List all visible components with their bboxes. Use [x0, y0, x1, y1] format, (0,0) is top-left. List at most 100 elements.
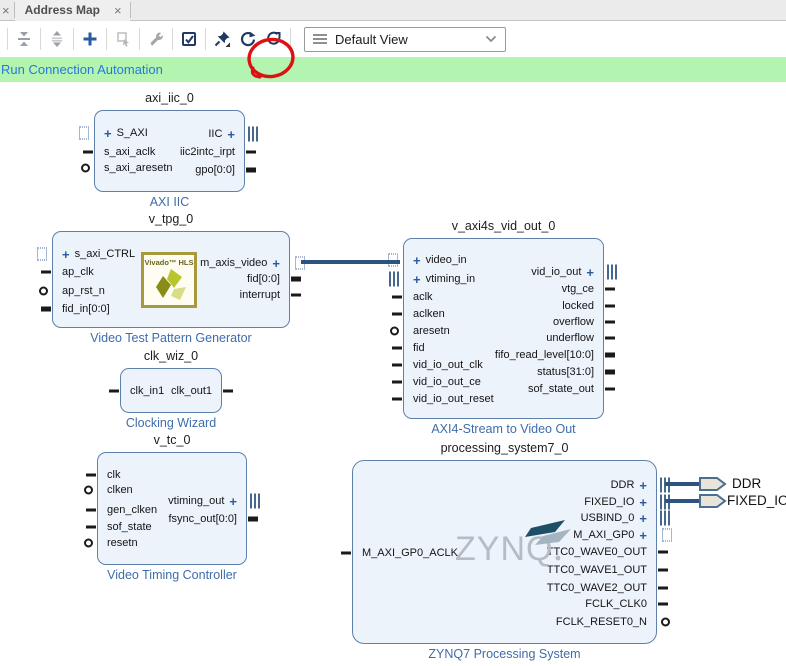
- collapse-icon[interactable]: [11, 26, 37, 52]
- port-sof-state[interactable]: sof_state: [98, 519, 152, 535]
- port-vtiming-out[interactable]: vtiming_out +: [168, 493, 246, 509]
- block-v-tc[interactable]: clk clken gen_clken sof_state resetn vti…: [97, 452, 247, 565]
- port-aresetn[interactable]: aresetn: [404, 323, 450, 339]
- port-vid-io-out[interactable]: vid_io_out +: [531, 264, 603, 280]
- port-ttc0-wave2-out[interactable]: TTC0_WAVE2_OUT: [547, 580, 656, 596]
- port-ddr[interactable]: DDR +: [611, 477, 656, 493]
- close-icon[interactable]: ×: [0, 3, 14, 18]
- regenerate-layout-icon[interactable]: [261, 26, 287, 52]
- wire-m-axis-video-to-video-in[interactable]: [301, 260, 400, 264]
- port-label: overflow: [553, 316, 594, 328]
- svg-text:ZYNQ: ZYNQ: [455, 530, 553, 568]
- close-icon[interactable]: ×: [114, 3, 122, 18]
- active-low-pin-icon: [661, 618, 670, 627]
- port-iic2intc-irpt[interactable]: iic2intc_irpt: [180, 144, 244, 160]
- expand-plus-icon[interactable]: +: [639, 479, 647, 492]
- port-gpo[interactable]: gpo[0:0]: [195, 162, 244, 178]
- port-fid[interactable]: fid: [404, 340, 425, 356]
- design-canvas[interactable]: axi_iic_0 + S_AXI s_axi_aclk s_axi_arese…: [0, 82, 786, 666]
- port-fclk-reset0-n[interactable]: FCLK_RESET0_N: [556, 614, 656, 630]
- port-s-axi[interactable]: + S_AXI: [95, 125, 148, 141]
- pin-icon: [86, 474, 96, 477]
- expand-plus-icon[interactable]: +: [639, 496, 647, 509]
- active-low-pin-icon: [84, 486, 93, 495]
- expand-plus-icon[interactable]: +: [413, 254, 421, 267]
- block-axi-iic[interactable]: + S_AXI s_axi_aclk s_axi_aresetn IIC + i…: [94, 110, 245, 192]
- expand-plus-icon[interactable]: +: [229, 495, 237, 508]
- add-icon[interactable]: [77, 26, 103, 52]
- validate-icon[interactable]: [176, 26, 202, 52]
- block-v-axi4s-vid-out[interactable]: + video_in + vtiming_in aclk aclken ares…: [403, 238, 604, 419]
- port-label: vid_io_out: [531, 266, 581, 278]
- connection-automation-banner: Run Connection Automation: [0, 57, 786, 82]
- port-underflow[interactable]: underflow: [546, 330, 603, 346]
- port-vid-io-out-ce[interactable]: vid_io_out_ce: [404, 374, 481, 390]
- port-video-in[interactable]: + video_in: [404, 252, 467, 268]
- port-fid[interactable]: fid[0:0]: [247, 271, 289, 287]
- expand-plus-icon[interactable]: +: [272, 257, 280, 270]
- expand-plus-icon[interactable]: +: [62, 248, 70, 261]
- pin-icon[interactable]: [209, 26, 235, 52]
- expand-plus-icon[interactable]: +: [639, 512, 647, 525]
- port-clk-in1[interactable]: clk_in1: [121, 383, 164, 399]
- expand-plus-icon[interactable]: +: [227, 128, 235, 141]
- block-v-tpg[interactable]: + s_axi_CTRL ap_clk ap_rst_n fid_in[0:0]…: [52, 231, 290, 328]
- port-s-axi-aclk[interactable]: s_axi_aclk: [95, 144, 155, 160]
- external-port-fixed-io-label: FIXED_IO: [727, 493, 786, 508]
- block-caption-v-tc: Video Timing Controller: [97, 568, 247, 582]
- wire-fixed-io[interactable]: [665, 499, 701, 503]
- toolbar-separator: [7, 28, 8, 50]
- expand-icon[interactable]: [44, 26, 70, 52]
- toolbar-separator: [139, 28, 140, 50]
- port-interrupt[interactable]: interrupt: [240, 287, 289, 303]
- port-iic[interactable]: IIC +: [208, 126, 244, 142]
- port-fifo-read-level[interactable]: fifo_read_level[10:0]: [495, 347, 603, 363]
- expand-plus-icon[interactable]: +: [586, 266, 594, 279]
- port-aclken[interactable]: aclken: [404, 306, 445, 322]
- port-clk-out1[interactable]: clk_out1: [171, 383, 221, 399]
- view-selector-dropdown[interactable]: Default View: [304, 27, 506, 52]
- port-fid-in[interactable]: fid_in[0:0]: [53, 301, 110, 317]
- external-port-fixed-io[interactable]: [699, 492, 727, 510]
- refresh-icon[interactable]: [235, 26, 261, 52]
- wire-ddr[interactable]: [665, 482, 701, 486]
- port-vid-io-out-clk[interactable]: vid_io_out_clk: [404, 357, 483, 373]
- port-m-axi-gp0[interactable]: M_AXI_GP0 +: [573, 527, 656, 543]
- port-fsync-out[interactable]: fsync_out[0:0]: [169, 511, 247, 527]
- port-resetn[interactable]: resetn: [98, 535, 138, 551]
- interface-pin-icon: [37, 248, 47, 261]
- port-m-axis-video[interactable]: m_axis_video +: [200, 255, 289, 271]
- port-aclk[interactable]: aclk: [404, 289, 433, 305]
- port-fixed-io[interactable]: FIXED_IO +: [584, 494, 656, 510]
- toolbar: Default View: [0, 21, 786, 57]
- port-m-axi-gp0-aclk[interactable]: M_AXI_GP0_ACLK: [353, 545, 458, 561]
- port-clk[interactable]: clk: [98, 467, 120, 483]
- port-status[interactable]: status[31:0]: [537, 364, 603, 380]
- port-label: sof_state: [107, 521, 152, 533]
- port-label: iic2intc_irpt: [180, 146, 235, 158]
- expand-plus-icon[interactable]: +: [104, 127, 112, 140]
- port-overflow[interactable]: overflow: [553, 314, 603, 330]
- port-sof-state-out[interactable]: sof_state_out: [528, 381, 603, 397]
- port-vid-io-out-reset[interactable]: vid_io_out_reset: [404, 391, 494, 407]
- wrench-icon[interactable]: [143, 26, 169, 52]
- expand-plus-icon[interactable]: +: [413, 273, 421, 286]
- tab-address-map[interactable]: Address Map ×: [15, 0, 130, 21]
- external-port-ddr[interactable]: [699, 475, 727, 493]
- block-clk-wiz[interactable]: clk_in1 clk_out1: [120, 368, 222, 413]
- port-gen-clken[interactable]: gen_clken: [98, 502, 157, 518]
- run-connection-automation-link[interactable]: Run Connection Automation: [1, 62, 163, 77]
- port-locked[interactable]: locked: [562, 298, 603, 314]
- port-vtiming-in[interactable]: + vtiming_in: [404, 271, 475, 287]
- port-fclk-clk0[interactable]: FCLK_CLK0: [585, 596, 656, 612]
- block-ps7[interactable]: M_AXI_GP0_ACLK DDR + FIXED_IO + USBIND_0…: [352, 460, 657, 644]
- port-ap-rst-n[interactable]: ap_rst_n: [53, 283, 105, 299]
- port-s-axi-aresetn[interactable]: s_axi_aresetn: [95, 160, 173, 176]
- pin-icon: [223, 390, 233, 393]
- port-ap-clk[interactable]: ap_clk: [53, 264, 94, 280]
- port-s-axi-ctrl[interactable]: + s_axi_CTRL: [53, 246, 135, 262]
- port-clken[interactable]: clken: [98, 482, 133, 498]
- expand-plus-icon[interactable]: +: [639, 529, 647, 542]
- port-usbind-0[interactable]: USBIND_0 +: [581, 510, 656, 526]
- port-vtg-ce[interactable]: vtg_ce: [562, 281, 603, 297]
